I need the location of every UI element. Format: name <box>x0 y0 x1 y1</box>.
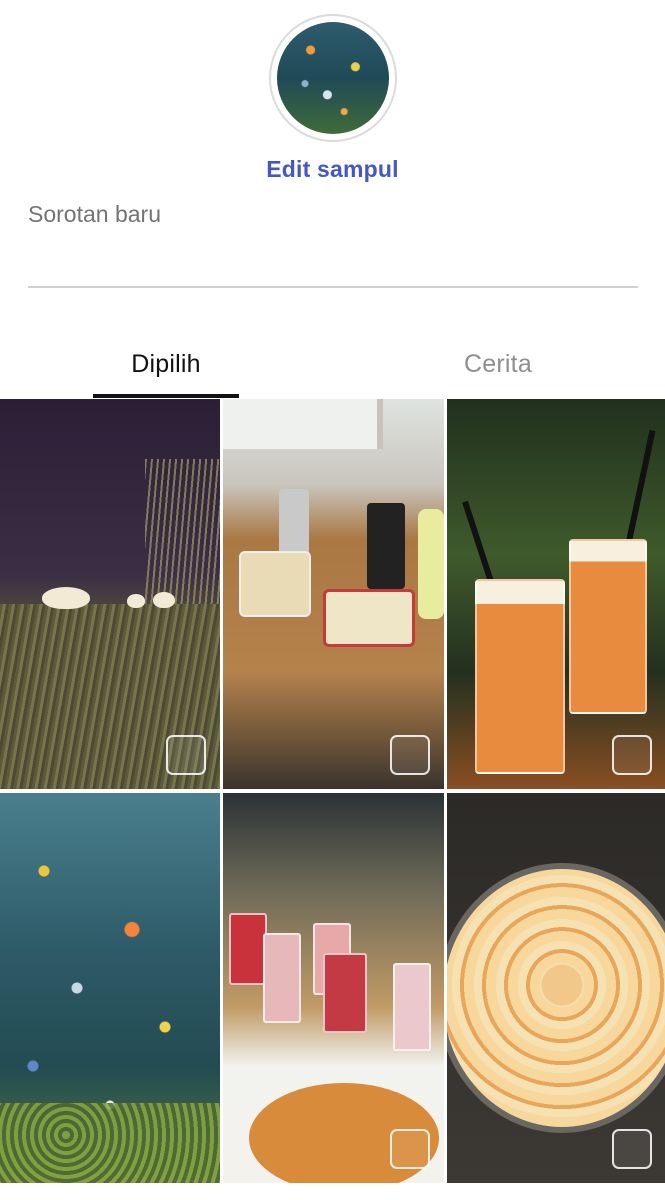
photo-detail <box>447 863 665 1133</box>
photo-detail <box>279 489 309 559</box>
photo-detail <box>569 539 647 714</box>
select-checkbox[interactable] <box>166 735 206 775</box>
photo-detail <box>323 953 367 1033</box>
photo-detail <box>127 594 145 608</box>
photo-detail <box>367 503 405 589</box>
highlight-editor-header: Edit sampul Dipilih Cerita <box>0 0 665 400</box>
photo-detail <box>223 399 383 449</box>
edit-cover-link[interactable]: Edit sampul <box>0 156 665 183</box>
cover-image[interactable] <box>269 14 397 142</box>
photo-detail <box>0 1103 220 1183</box>
tab-stories[interactable]: Cerita <box>332 330 664 398</box>
photo-tile[interactable] <box>223 399 444 789</box>
select-checkbox[interactable] <box>612 735 652 775</box>
photo-detail <box>475 579 565 774</box>
cover-photo <box>277 22 389 134</box>
photo-tile[interactable] <box>447 793 665 1183</box>
photo-tile[interactable] <box>0 793 220 1183</box>
photo-tile[interactable] <box>447 399 665 789</box>
select-checkbox[interactable] <box>390 1129 430 1169</box>
photo-tile[interactable] <box>223 793 444 1183</box>
photo-tile[interactable] <box>0 399 220 789</box>
photo-detail <box>393 963 431 1051</box>
photo-detail <box>239 551 311 617</box>
select-checkbox[interactable] <box>612 1129 652 1169</box>
photo-detail <box>145 459 220 609</box>
photo-detail <box>418 509 444 619</box>
highlight-name-input[interactable] <box>28 198 638 288</box>
photo-grid <box>0 399 665 1199</box>
select-checkbox[interactable] <box>390 735 430 775</box>
photo-detail <box>229 913 267 985</box>
tab-bar: Dipilih Cerita <box>0 330 665 398</box>
active-tab-indicator <box>93 394 239 398</box>
photo-detail <box>42 587 90 609</box>
photo-detail <box>263 933 301 1023</box>
photo-detail <box>323 589 415 647</box>
tab-selected[interactable]: Dipilih <box>0 330 332 398</box>
photo-detail <box>153 592 175 608</box>
